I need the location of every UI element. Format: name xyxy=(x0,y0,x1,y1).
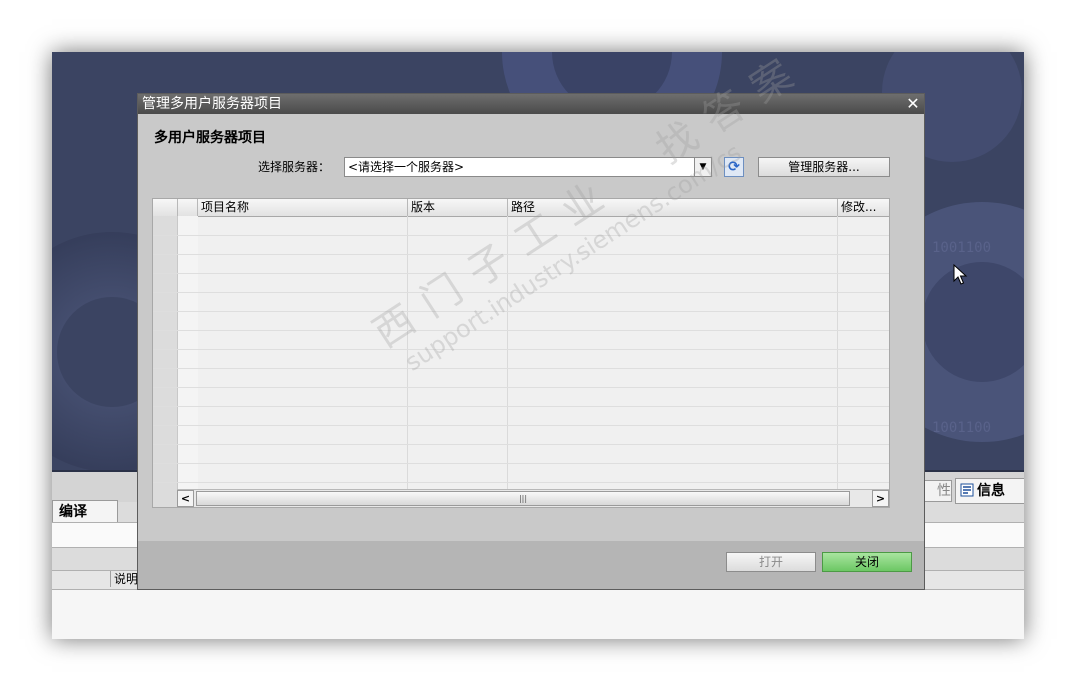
message-list xyxy=(52,590,1024,639)
tab-compile[interactable]: 编译 xyxy=(52,500,118,523)
table-row[interactable] xyxy=(153,368,889,369)
scroll-left-icon[interactable]: < xyxy=(177,490,194,507)
table-row[interactable] xyxy=(153,406,889,407)
server-select-value: <请选择一个服务器> xyxy=(348,160,465,174)
table-row[interactable] xyxy=(153,425,889,426)
info-icon xyxy=(960,481,974,497)
tab-info[interactable]: 信息 xyxy=(955,478,1024,504)
grid-corner xyxy=(153,489,177,507)
table-row[interactable] xyxy=(153,235,889,236)
mouse-cursor-icon xyxy=(953,264,968,285)
chevron-down-icon[interactable]: ▼ xyxy=(694,158,711,176)
server-label: 选择服务器： xyxy=(258,160,331,174)
column-project-name[interactable]: 项目名称 xyxy=(197,199,407,216)
close-button[interactable]: 关闭 xyxy=(822,552,912,572)
table-row[interactable] xyxy=(153,330,889,331)
column-version[interactable]: 版本 xyxy=(407,199,507,216)
table-row[interactable] xyxy=(153,311,889,312)
section-heading: 多用户服务器项目 xyxy=(154,130,266,146)
selection-column xyxy=(177,216,198,489)
table-header: 项目名称 版本 路径 修改... xyxy=(153,199,889,217)
table-row[interactable] xyxy=(153,349,889,350)
svg-text:1001100: 1001100 xyxy=(932,420,991,436)
projects-table: 项目名称 版本 路径 修改... < ||| > xyxy=(152,198,890,508)
table-row[interactable] xyxy=(153,444,889,445)
manage-servers-button[interactable]: 管理服务器... xyxy=(758,157,890,177)
select-column-header xyxy=(177,199,197,216)
server-select[interactable]: <请选择一个服务器> ▼ xyxy=(344,157,712,177)
table-row[interactable] xyxy=(153,292,889,293)
scroll-right-icon[interactable]: > xyxy=(872,490,889,507)
row-headers xyxy=(153,216,177,489)
horizontal-scrollbar[interactable]: < ||| > xyxy=(177,489,889,507)
table-row[interactable] xyxy=(153,387,889,388)
table-row[interactable] xyxy=(153,254,889,255)
table-row[interactable] xyxy=(153,482,889,483)
open-button[interactable]: 打开 xyxy=(726,552,816,572)
column-divider xyxy=(407,216,408,489)
scroll-thumb[interactable]: ||| xyxy=(196,491,850,506)
table-row[interactable] xyxy=(153,463,889,464)
close-icon[interactable]: ✕ xyxy=(904,95,922,113)
column-divider xyxy=(507,216,508,489)
dialog-footer: 打开 关闭 xyxy=(138,541,924,589)
tab-info-label: 信息 xyxy=(977,483,1005,499)
column-modified[interactable]: 修改... xyxy=(837,199,889,216)
dialog-title: 管理多用户服务器项目 xyxy=(142,96,282,112)
column-path[interactable]: 路径 xyxy=(507,199,837,216)
column-description[interactable]: 说明 xyxy=(110,571,138,587)
dialog-titlebar: 管理多用户服务器项目 ✕ xyxy=(138,94,924,114)
column-divider xyxy=(837,216,838,489)
svg-text:1001100: 1001100 xyxy=(932,240,991,256)
refresh-icon[interactable]: ⟳ xyxy=(724,157,744,177)
table-row[interactable] xyxy=(153,273,889,274)
manage-multiuser-dialog: 管理多用户服务器项目 ✕ 多用户服务器项目 选择服务器： <请选择一个服务器> … xyxy=(137,93,925,590)
